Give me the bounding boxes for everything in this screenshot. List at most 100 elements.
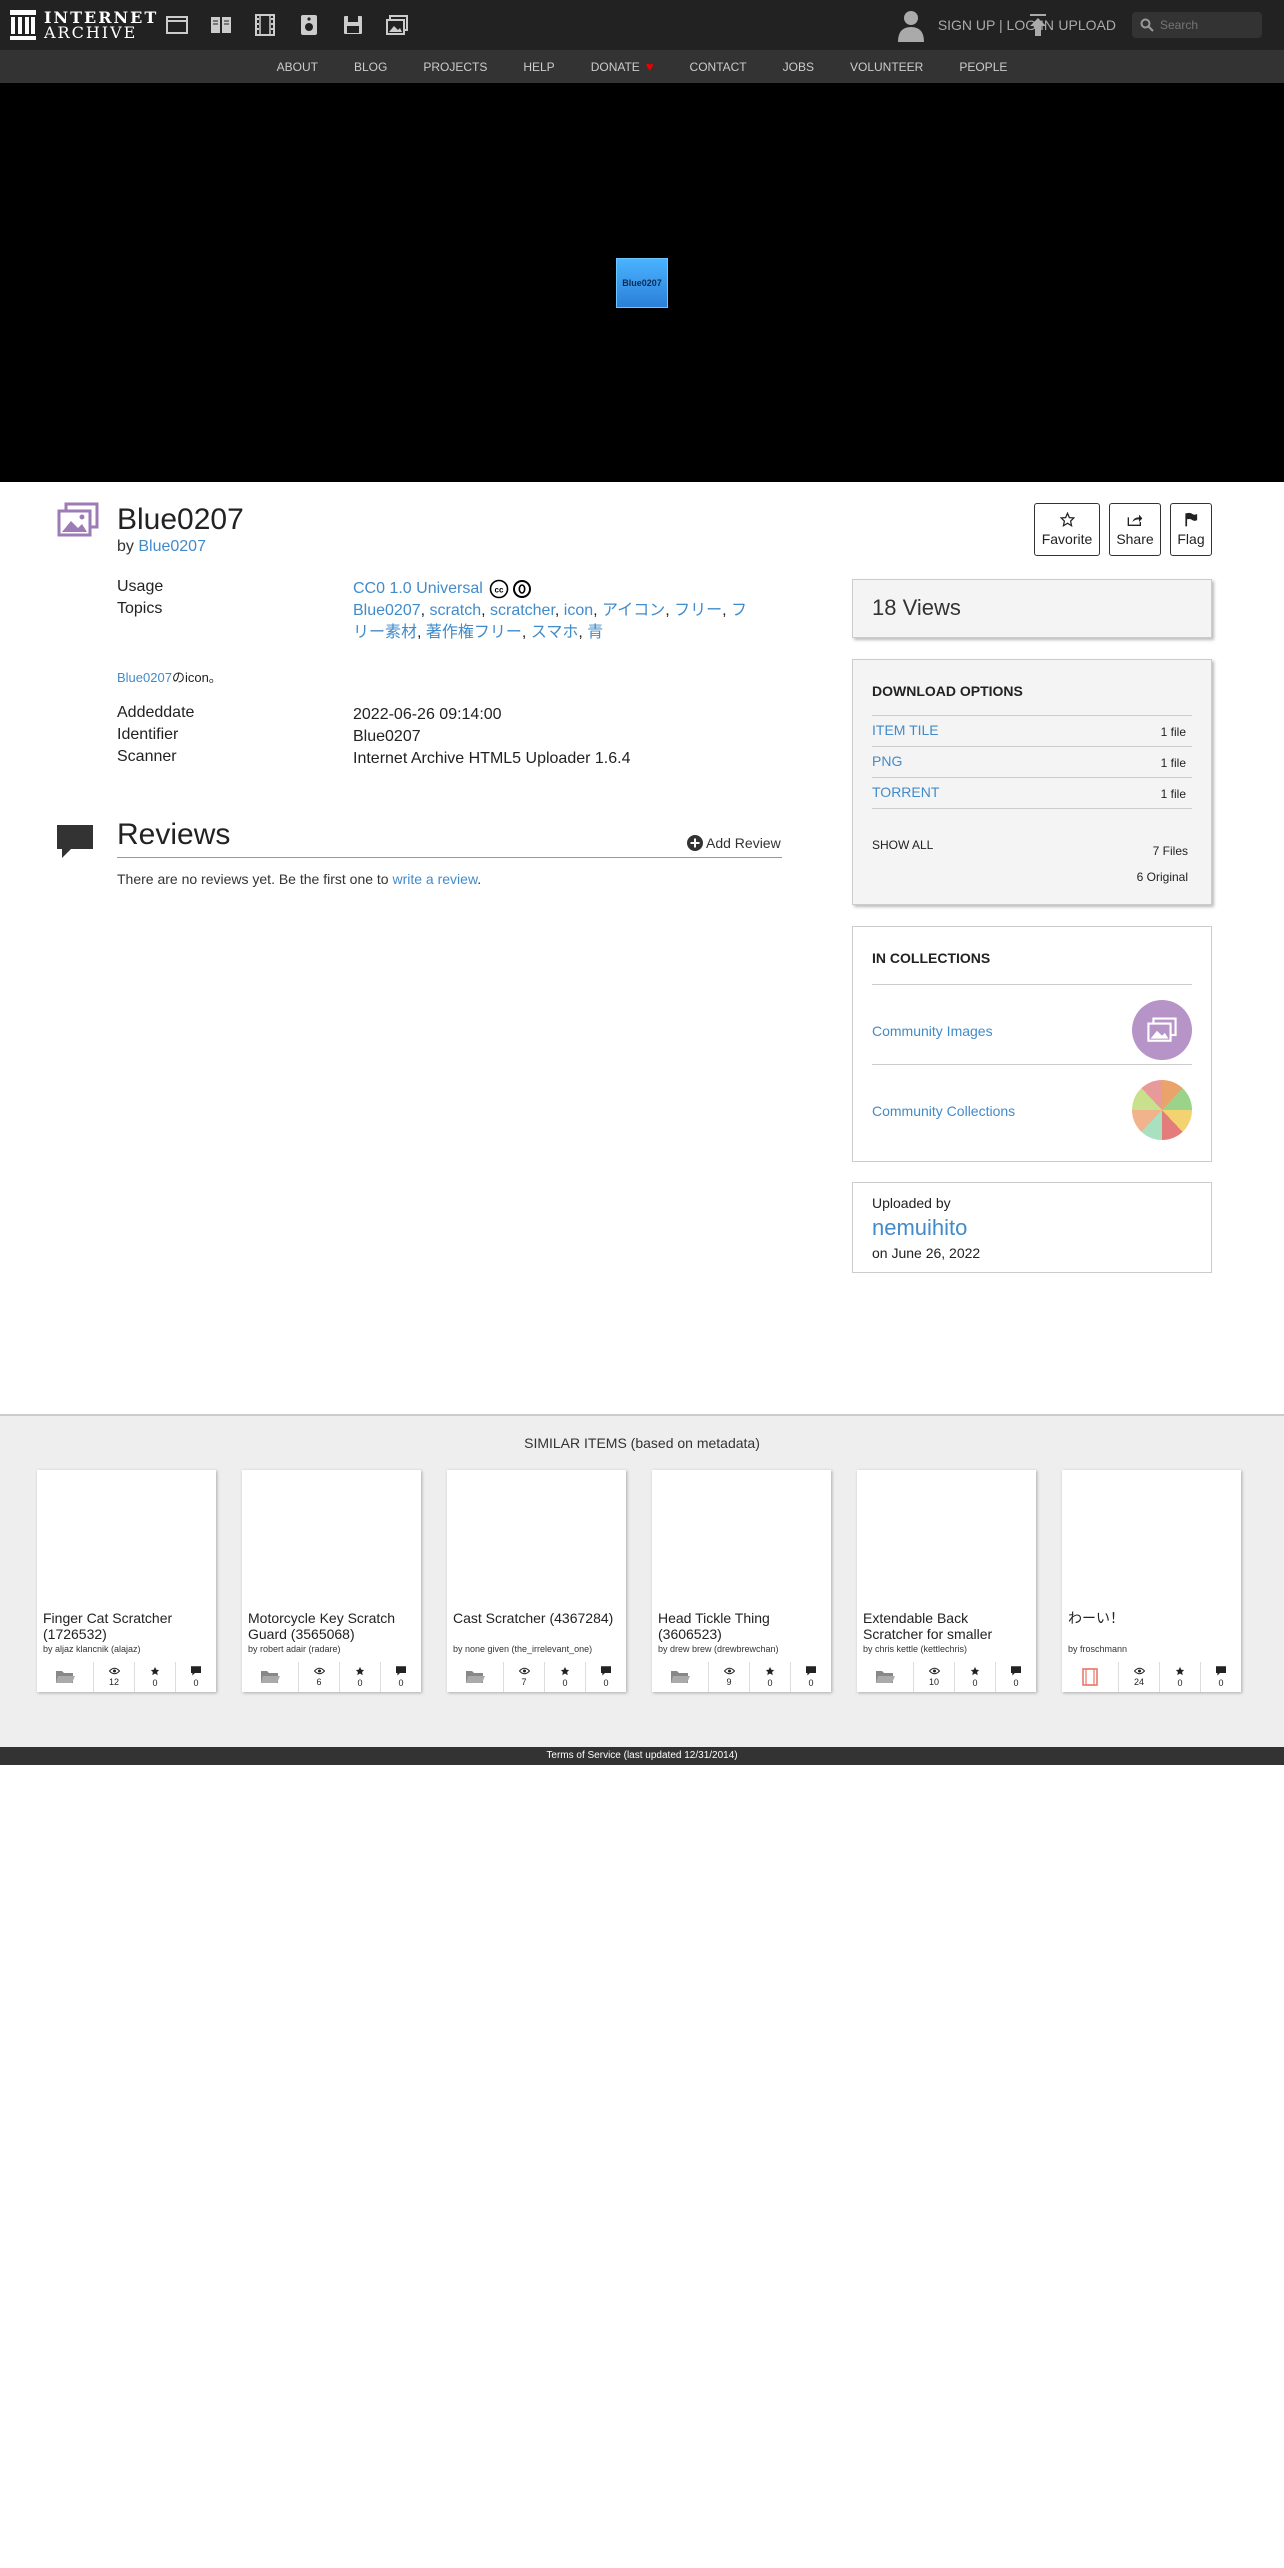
similar-items-heading: SIMILAR ITEMS (based on metadata) (524, 1435, 760, 1451)
nav-contact[interactable]: CONTACT (690, 60, 747, 74)
collection-link[interactable]: Community Images (872, 1023, 993, 1039)
item-image[interactable]: Blue0207 (616, 258, 668, 308)
views-value: 9 (726, 1677, 732, 1687)
search-input[interactable] (1160, 18, 1260, 32)
eye-icon (313, 1667, 325, 1677)
topic-link[interactable]: scratch (430, 602, 482, 619)
nav-people[interactable]: PEOPLE (959, 60, 1007, 74)
favorites-stat: 0 (750, 1662, 791, 1692)
reviews-stat: 0 (996, 1662, 1036, 1692)
uploader-link[interactable]: nemuihito (872, 1215, 967, 1241)
similar-item-thumbnail[interactable] (652, 1470, 831, 1610)
nav-volunteer[interactable]: VOLUNTEER (850, 60, 923, 74)
similar-item-card[interactable]: Head Tickle Thing (3606523) by drew brew … (652, 1470, 831, 1692)
share-button[interactable]: Share (1109, 503, 1161, 556)
community-collections-icon[interactable] (1132, 1080, 1192, 1140)
internet-archive-logo[interactable]: INTERNET ARCHIVE (10, 8, 158, 42)
no-reviews-period: . (477, 871, 482, 887)
topic-link[interactable]: フリー (674, 602, 722, 619)
topic-link[interactable]: スマホ (531, 624, 579, 641)
video-icon[interactable] (252, 12, 278, 38)
nav-donate[interactable]: DONATE ♥ (591, 59, 654, 74)
views-value: 7 (521, 1677, 527, 1687)
similar-item-thumbnail[interactable] (447, 1470, 626, 1610)
nav-help[interactable]: HELP (523, 60, 554, 74)
flag-button[interactable]: Flag (1170, 503, 1212, 556)
license-link[interactable]: CC0 1.0 Universal (353, 578, 483, 600)
favorites-value: 0 (357, 1678, 363, 1688)
star-icon (355, 1666, 365, 1678)
similar-item-creator: by robert adair (radare) (248, 1644, 341, 1654)
upload-label: UPLOAD (1058, 17, 1116, 33)
topic-link[interactable]: アイコン (602, 602, 665, 619)
similar-item-title[interactable]: Head Tickle Thing (3606523) (652, 1610, 831, 1642)
similar-item-card[interactable]: Extendable Back Scratcher for smaller by … (857, 1470, 1036, 1692)
similar-item-card[interactable]: Finger Cat Scratcher (1726532) by aljaz k… (37, 1470, 216, 1692)
similar-item-card[interactable]: Cast Scratcher (4367284) by none given (t… (447, 1470, 626, 1692)
audio-icon[interactable] (296, 12, 322, 38)
favorites-stat: 0 (955, 1662, 996, 1692)
download-row[interactable]: TORRENT 1 file (872, 777, 1192, 808)
download-row[interactable]: ITEM TILE 1 file (872, 715, 1192, 746)
download-row[interactable]: PNG 1 file (872, 746, 1192, 777)
nav-blog[interactable]: BLOG (354, 60, 387, 74)
download-format[interactable]: PNG (872, 753, 902, 769)
views-value: 10 (928, 1677, 939, 1687)
web-icon[interactable] (164, 12, 190, 38)
texts-icon[interactable] (208, 12, 234, 38)
user-icon[interactable] (896, 8, 926, 42)
similar-item-thumbnail[interactable] (37, 1470, 216, 1610)
topic-link[interactable]: 著作権フリー (426, 624, 522, 641)
topic-link[interactable]: scratcher (490, 602, 555, 619)
similar-item-title[interactable]: Extendable Back Scratcher for smaller (857, 1610, 1036, 1642)
topic-link[interactable]: Blue0207 (353, 602, 421, 619)
star-icon (560, 1666, 570, 1678)
description-text: のicon。 (171, 670, 222, 685)
download-format[interactable]: ITEM TILE (872, 722, 939, 738)
views-value: 12 (108, 1677, 119, 1687)
similar-item-thumbnail[interactable] (242, 1470, 421, 1610)
images-icon[interactable] (384, 12, 410, 38)
addeddate-value: 2022-06-26 09:14:00 (353, 706, 502, 723)
uploaded-by-label: Uploaded by (872, 1195, 951, 1211)
topics-label: Topics (117, 600, 163, 617)
reviews-stat: 0 (381, 1662, 421, 1692)
favorite-button[interactable]: Favorite (1034, 503, 1100, 556)
creator-link[interactable]: Blue0207 (138, 538, 206, 555)
collection-item[interactable]: Community Collections (872, 1064, 1192, 1144)
search-box[interactable] (1132, 12, 1262, 38)
nav-projects[interactable]: PROJECTS (423, 60, 487, 74)
similar-item-title[interactable]: Cast Scratcher (4367284) (447, 1610, 626, 1642)
upload-button[interactable]: UPLOAD (1028, 8, 1116, 42)
similar-item-card[interactable]: Motorcycle Key Scratch Guard (3565068) by… (242, 1470, 421, 1692)
favorites-stat: 0 (1160, 1662, 1201, 1692)
similar-item-title[interactable]: Motorcycle Key Scratch Guard (3565068) (242, 1610, 421, 1642)
write-review-link[interactable]: write a review (392, 871, 477, 887)
similar-item-card[interactable]: わーい！ by froschmann 24 0 0 (1062, 1470, 1241, 1692)
star-outline-icon (1059, 512, 1075, 527)
collection-link[interactable]: Community Collections (872, 1103, 1015, 1119)
image-type-icon (57, 502, 99, 537)
software-icon[interactable] (340, 12, 366, 38)
similar-item-title[interactable]: Finger Cat Scratcher (1726532) (37, 1610, 216, 1642)
show-all-link[interactable]: SHOW ALL (872, 838, 933, 852)
favorites-value: 0 (152, 1678, 158, 1688)
no-reviews-message: There are no reviews yet. Be the first o… (117, 871, 481, 887)
community-images-icon[interactable] (1132, 1000, 1192, 1060)
eye-icon (518, 1667, 530, 1677)
cc-icon[interactable]: cc (489, 579, 509, 599)
add-review-button[interactable]: Add Review (687, 835, 781, 851)
topic-link[interactable]: icon (564, 602, 593, 619)
nav-about[interactable]: ABOUT (277, 60, 318, 74)
topic-link[interactable]: 青 (587, 624, 603, 641)
similar-item-title[interactable]: わーい！ (1062, 1610, 1241, 1642)
item-description: Blue0207のicon。 (117, 667, 222, 686)
description-link[interactable]: Blue0207 (117, 670, 172, 685)
similar-item-thumbnail[interactable] (1062, 1470, 1241, 1610)
similar-item-thumbnail[interactable] (857, 1470, 1036, 1610)
collection-item[interactable]: Community Images (872, 984, 1192, 1064)
terms-link[interactable]: Terms of Service (last updated 12/31/201… (546, 1750, 737, 1761)
download-format[interactable]: TORRENT (872, 784, 939, 800)
zero-icon[interactable] (512, 579, 532, 599)
nav-jobs[interactable]: JOBS (783, 60, 814, 74)
